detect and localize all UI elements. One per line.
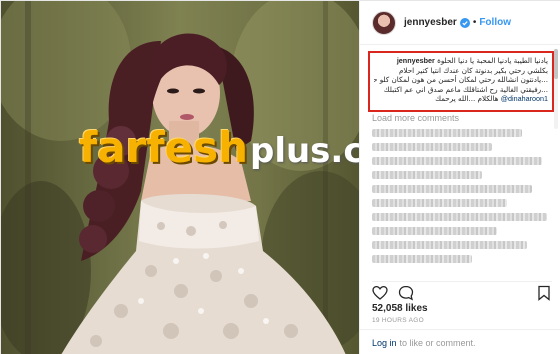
caption-username[interactable]: jennyesber [397,56,435,65]
action-bar [372,281,552,301]
caption-mention[interactable]: @dinaharoon1 [501,94,548,103]
verified-icon [459,17,470,28]
blurred-comment [372,199,507,207]
blurred-comment [372,255,472,263]
blurred-comment [372,227,497,235]
caption-line: ...رفيقتي الغالية رح اشتاقلك ماعم صدق ان… [383,84,548,94]
watermark-suffix: plus.com [249,131,359,171]
blurred-comment [372,143,492,151]
caption-line: بكلشي رحتي بكير بدنوتة كان عندك انتيا كت… [398,65,548,75]
login-prompt-text: to like or comment. [399,337,476,348]
instagram-post: farfesh plus.com jennyesber • Follow ياد… [0,0,560,354]
caption-line: يادنيا الطيبة يادنيا المحبة يا دنيا الحل… [374,56,548,66]
header-separator: • [472,17,477,28]
post-header: jennyesber • Follow [360,1,560,45]
header-username[interactable]: jennyesber [404,17,457,28]
caption-text: هالكلام ...الله يرحمك [435,94,499,104]
blurred-comment [372,241,527,249]
blurred-comment [372,171,482,179]
blurred-comment [372,129,522,137]
caption-text: يادنيا الطيبة يادنيا المحبة يا دنيا الحل… [437,56,548,65]
comments-scrollbar[interactable] [554,49,558,129]
save-icon[interactable] [536,285,552,301]
load-more-comments-link[interactable]: Load more comments [372,113,459,123]
blurred-comment [372,213,547,221]
follow-button[interactable]: Follow [479,17,511,28]
heart-icon[interactable] [372,285,388,301]
avatar[interactable] [372,10,396,35]
post-sidebar: jennyesber • Follow يادنيا الطيبة يادنيا… [359,1,560,354]
blurred-comment [372,185,532,193]
watermark-brand: farfesh [79,123,248,172]
comment-icon[interactable] [398,285,414,301]
photo-illustration [1,1,359,354]
login-prompt: Log in to like or comment. [360,329,560,354]
blurred-comment [372,157,542,165]
caption-line: @dinaharoon1 هالكلام ...الله يرحمك [374,94,548,104]
caption-line: ...يادنتون انشالله رحتي لمكان أحسن من هو… [374,75,548,85]
caption-highlight: يادنيا الطيبة يادنيا المحبة يا دنيا الحل… [368,51,554,112]
scrollbar-thumb[interactable] [554,49,558,79]
comment-list [372,129,552,269]
likes-count[interactable]: 52,058 likes [372,303,428,314]
watermark: farfesh plus.com [79,121,359,172]
post-photo[interactable]: farfesh plus.com [1,1,359,354]
login-link[interactable]: Log in [372,338,397,348]
post-timestamp[interactable]: 19 HOURS AGO [372,317,424,324]
